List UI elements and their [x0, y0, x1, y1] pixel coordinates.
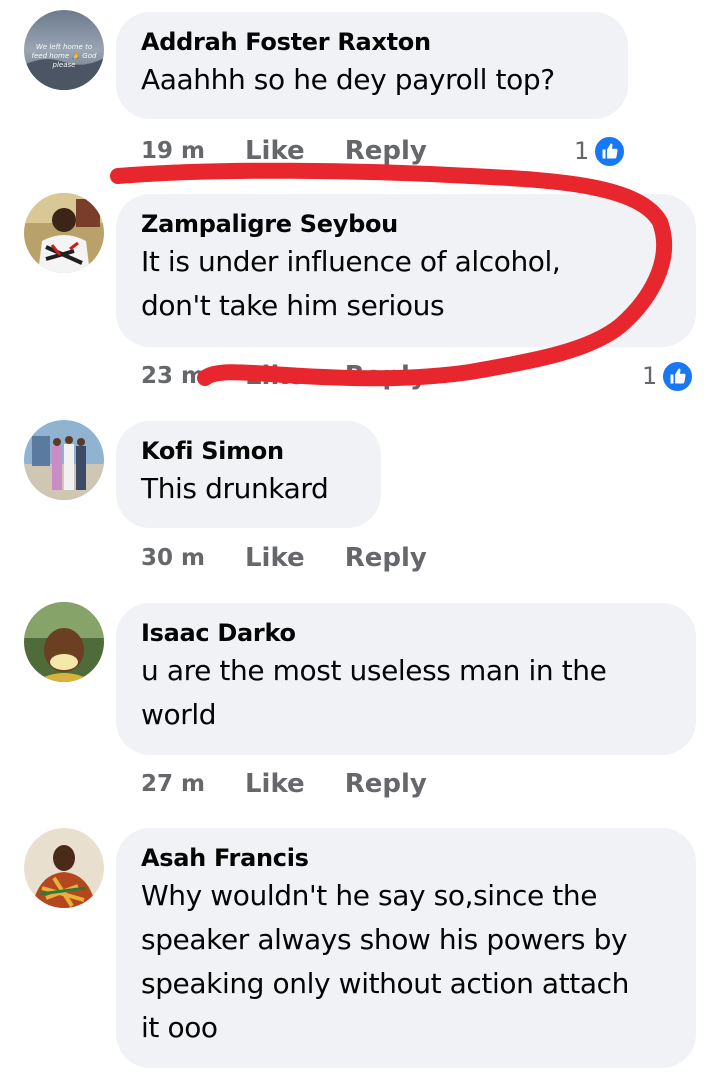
- like-button[interactable]: Like: [245, 543, 305, 573]
- reply-button[interactable]: Reply: [345, 543, 427, 573]
- avatar-caption-3: please: [52, 61, 76, 69]
- reaction-count: 1: [642, 362, 658, 390]
- reply-button[interactable]: Reply: [345, 136, 427, 166]
- avatar[interactable]: We left home to feed home 🙏 God please: [24, 10, 104, 90]
- comment-text: Aaahhh so he dey payroll top?: [141, 63, 555, 96]
- avatar[interactable]: [24, 420, 104, 500]
- comment-author[interactable]: Asah Francis: [141, 842, 670, 874]
- comment-text-line: speaking only without action attach: [141, 967, 629, 1000]
- comment-author[interactable]: Zampaligre Seybou: [141, 208, 670, 240]
- comment-text-line: it ooo: [141, 1011, 218, 1044]
- comment-author[interactable]: Addrah Foster Raxton: [141, 26, 602, 58]
- like-button[interactable]: Like: [245, 361, 305, 391]
- comment-actions: 19 m Like Reply: [141, 131, 427, 171]
- comment-text-line: It is under influence of alcohol,: [141, 245, 561, 278]
- avatar[interactable]: [24, 828, 104, 908]
- comment-text-line: world: [141, 698, 217, 731]
- reply-button[interactable]: Reply: [345, 361, 427, 391]
- comment-bubble: Asah Francis Why wouldn't he say so,sinc…: [116, 828, 696, 1068]
- avatar-caption-2: feed home 🙏 God: [32, 51, 97, 60]
- comment-actions: 30 m Like Reply: [141, 538, 427, 578]
- reply-button[interactable]: Reply: [345, 769, 427, 799]
- reaction-summary[interactable]: 1: [574, 131, 627, 171]
- comment-time[interactable]: 27 m: [141, 771, 205, 797]
- comment-author[interactable]: Isaac Darko: [141, 617, 670, 649]
- comment-time[interactable]: 23 m: [141, 363, 205, 389]
- comment-text-line: don't take him serious: [141, 289, 445, 322]
- comment-text: This drunkard: [141, 472, 329, 505]
- avatar-caption-1: We left home to: [36, 43, 92, 51]
- thumbs-up-icon: [593, 134, 627, 168]
- comment-actions: 27 m Like Reply: [141, 764, 427, 804]
- comment-actions: 23 m Like Reply: [141, 356, 427, 396]
- thumbs-up-icon: [661, 359, 695, 393]
- reaction-count: 1: [574, 137, 590, 165]
- comment-bubble: Zampaligre Seybou It is under influence …: [116, 194, 696, 347]
- like-button[interactable]: Like: [245, 769, 305, 799]
- comment-text-line: u are the most useless man in the: [141, 654, 607, 687]
- reaction-summary[interactable]: 1: [642, 356, 695, 396]
- comment-bubble: Addrah Foster Raxton Aaahhh so he dey pa…: [116, 12, 628, 119]
- like-button[interactable]: Like: [245, 136, 305, 166]
- comment-bubble: Isaac Darko u are the most useless man i…: [116, 603, 696, 755]
- comment-time[interactable]: 19 m: [141, 138, 205, 164]
- comment-author[interactable]: Kofi Simon: [141, 435, 355, 467]
- comment-bubble: Kofi Simon This drunkard: [116, 421, 381, 528]
- avatar[interactable]: [24, 602, 104, 682]
- comment-text-line: speaker always show his powers by: [141, 923, 628, 956]
- avatar[interactable]: [24, 193, 104, 273]
- comment-time[interactable]: 30 m: [141, 545, 205, 571]
- comment-text-line: Why wouldn't he say so,since the: [141, 879, 598, 912]
